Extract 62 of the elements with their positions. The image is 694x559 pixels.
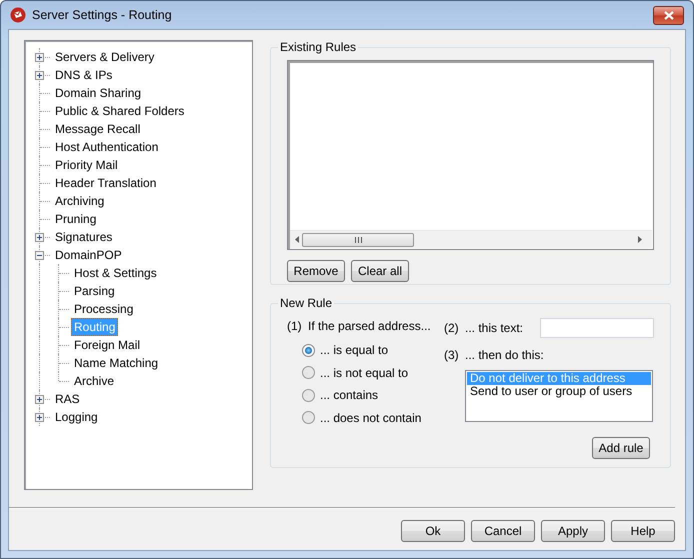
list-item[interactable]: Send to user or group of users	[467, 385, 651, 398]
window-title: Server Settings - Routing	[32, 8, 172, 22]
add-rule-button[interactable]: Add rule	[592, 437, 650, 459]
radio-label: ... does not contain	[320, 410, 422, 425]
tree-item[interactable]: DomainPOP	[52, 246, 125, 264]
tree-item[interactable]: Logging	[52, 408, 101, 426]
tree-item[interactable]: Archive	[71, 372, 118, 390]
step-number: (3)	[444, 348, 460, 362]
tree-item[interactable]: Message Recall	[52, 120, 144, 138]
tree-item[interactable]: Signatures	[52, 228, 116, 246]
tree-item[interactable]: Name Matching	[71, 354, 162, 372]
text-field[interactable]	[540, 318, 654, 338]
tree-item[interactable]: Servers & Delivery	[52, 48, 158, 66]
step-label: If the parsed address...	[308, 319, 431, 333]
expand-icon[interactable]	[35, 413, 44, 422]
radio-label: ... is not equal to	[320, 366, 408, 380]
radio-button[interactable]	[302, 388, 315, 402]
action-list[interactable]: Do not deliver to this address Send to user or group of users	[465, 370, 653, 422]
radio-label: ... contains	[320, 388, 378, 402]
grip-icon	[354, 236, 362, 242]
scroll-left-icon[interactable]	[295, 236, 299, 243]
tree-item[interactable]: Host & Settings	[71, 264, 160, 282]
step-number: (1)	[287, 319, 303, 333]
tree-item[interactable]: Public & Shared Folders	[52, 102, 188, 120]
tree-item[interactable]: Priority Mail	[52, 156, 121, 174]
expand-icon[interactable]	[35, 233, 44, 242]
step-label: ... then do this:	[465, 348, 544, 362]
tree-item[interactable]: Foreign Mail	[71, 336, 144, 354]
scrollbar-thumb[interactable]	[302, 232, 414, 246]
app-icon	[10, 7, 26, 23]
remove-button[interactable]: Remove	[287, 260, 345, 282]
expand-icon[interactable]	[35, 53, 44, 62]
cancel-button[interactable]: Cancel	[471, 520, 535, 542]
radio-button[interactable]	[302, 366, 315, 380]
tree-item[interactable]: RAS	[52, 390, 83, 408]
tree-item[interactable]: Archiving	[52, 192, 108, 210]
rules-list[interactable]	[287, 60, 654, 250]
tree-item[interactable]: Processing	[71, 300, 136, 318]
step-label: ... this text:	[465, 321, 524, 335]
expand-icon[interactable]	[35, 395, 44, 404]
help-button[interactable]: Help	[611, 520, 675, 542]
radio-button[interactable]	[302, 411, 315, 424]
expand-icon[interactable]	[35, 71, 44, 80]
tree-item[interactable]: Pruning	[52, 210, 100, 228]
tree-item[interactable]: Host Authentication	[52, 138, 162, 156]
radio-label: ... is equal to	[320, 343, 388, 358]
step-number: (2)	[444, 321, 460, 335]
tree-item[interactable]: Header Translation	[52, 174, 160, 192]
close-icon	[664, 10, 674, 20]
apply-button[interactable]: Apply	[541, 520, 605, 542]
collapse-icon[interactable]	[35, 251, 44, 260]
tree-item[interactable]: Domain Sharing	[52, 84, 144, 102]
scroll-right-icon[interactable]	[638, 236, 642, 243]
ok-button[interactable]: Ok	[401, 520, 465, 542]
tree-item[interactable]: Parsing	[71, 282, 118, 300]
group-title: New Rule	[279, 296, 334, 310]
close-button[interactable]	[653, 6, 684, 24]
tree-item[interactable]: DNS & IPs	[52, 66, 116, 84]
group-title: Existing Rules	[279, 40, 358, 54]
clear-all-button[interactable]: Clear all	[351, 260, 409, 282]
horizontal-scrollbar[interactable]	[290, 230, 652, 248]
radio-button[interactable]	[302, 344, 315, 357]
